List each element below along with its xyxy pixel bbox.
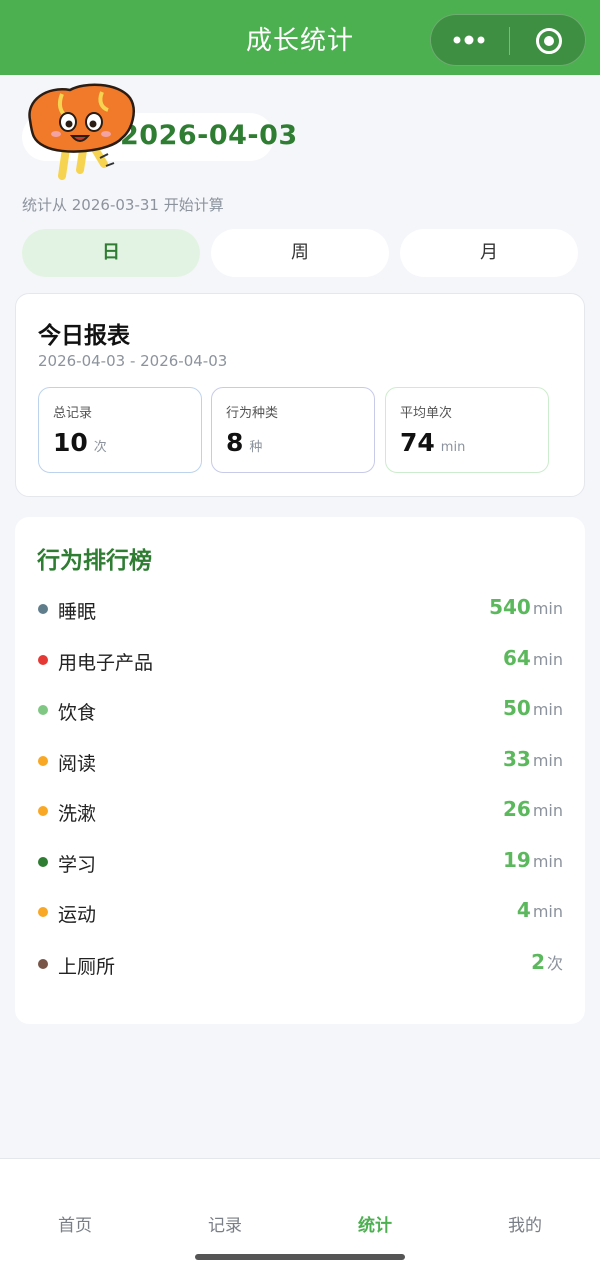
ranking-title: 行为排行榜 xyxy=(37,548,152,574)
behavior-value: 540 min xyxy=(489,595,563,619)
home-indicator xyxy=(195,1254,405,1260)
report-title: 今日报表 xyxy=(38,323,130,349)
behavior-ranking-card: 行为排行榜 睡眠 540 min 用电子产品 64 min 饮食 50 min 阅读 … xyxy=(15,517,585,1024)
color-dot xyxy=(38,857,48,867)
color-dot xyxy=(38,705,48,715)
list-item[interactable]: 用电子产品 64 min xyxy=(15,640,585,680)
behavior-name: 阅读 xyxy=(58,753,97,775)
behavior-value: 64 min xyxy=(502,646,563,670)
behavior-value: 26 min xyxy=(502,797,563,821)
close-mini-program-icon[interactable] xyxy=(535,27,563,55)
stat-unit: min xyxy=(440,440,466,455)
bottom-tab-bar: 首页 记录 统计 我的 xyxy=(0,1158,600,1269)
behavior-name: 洗漱 xyxy=(58,803,97,825)
behavior-name: 上厕所 xyxy=(58,956,116,978)
report-date-range: 2026-04-03 - 2026-04-03 xyxy=(38,352,228,370)
tab-mine[interactable]: 我的 xyxy=(450,1211,600,1236)
tab-statistics[interactable]: 统计 xyxy=(300,1211,450,1236)
behavior-name: 用电子产品 xyxy=(58,652,154,674)
color-dot xyxy=(38,604,48,614)
more-icon[interactable] xyxy=(451,30,491,50)
behavior-name: 睡眠 xyxy=(58,601,97,623)
mascot-sticker-icon xyxy=(28,83,135,180)
behavior-value: 50 min xyxy=(502,696,563,720)
stat-value: 74 min xyxy=(400,428,466,457)
list-item[interactable]: 洗漱 26 min xyxy=(15,791,585,831)
tab-day[interactable]: 日 xyxy=(22,229,200,277)
tab-home[interactable]: 首页 xyxy=(0,1211,150,1236)
color-dot xyxy=(38,806,48,816)
stat-value: 10 次 xyxy=(53,428,107,457)
list-item[interactable]: 阅读 33 min xyxy=(15,741,585,781)
stat-label: 总记录 xyxy=(53,406,93,421)
stat-unit: 种 xyxy=(249,440,263,455)
behavior-name: 学习 xyxy=(58,854,97,876)
tab-records[interactable]: 记录 xyxy=(150,1211,300,1236)
list-item[interactable]: 饮食 50 min xyxy=(15,690,585,730)
stat-total-records: 总记录 10 次 xyxy=(38,387,202,473)
mini-program-capsule xyxy=(430,14,586,66)
stat-label: 行为种类 xyxy=(226,406,279,421)
nav-bar: 成长统计 xyxy=(0,0,600,75)
color-dot xyxy=(38,959,48,969)
behavior-value: 33 min xyxy=(502,747,563,771)
color-dot xyxy=(38,655,48,665)
stat-label: 平均单次 xyxy=(400,406,453,421)
list-item[interactable]: 运动 4 min xyxy=(15,892,585,932)
behavior-value: 2次 xyxy=(531,950,563,974)
behavior-value: 4 min xyxy=(516,898,563,922)
stat-value: 8种 xyxy=(226,428,263,457)
list-item[interactable]: 上厕所 2次 xyxy=(15,944,585,984)
color-dot xyxy=(38,756,48,766)
behavior-name: 饮食 xyxy=(58,702,97,724)
behavior-name: 运动 xyxy=(58,904,97,926)
capsule-divider xyxy=(509,27,510,55)
stats-start-note: 统计从 2026-03-31 开始计算 xyxy=(22,196,224,214)
tab-week[interactable]: 周 xyxy=(211,229,389,277)
color-dot xyxy=(38,907,48,917)
stat-behavior-types: 行为种类 8种 xyxy=(211,387,375,473)
current-date[interactable]: 2026-04-03 xyxy=(120,120,298,151)
list-item[interactable]: 学习 19 min xyxy=(15,842,585,882)
tab-month[interactable]: 月 xyxy=(400,229,578,277)
behavior-value: 19 min xyxy=(502,848,563,872)
stat-average-duration: 平均单次 74 min xyxy=(385,387,549,473)
list-item[interactable]: 睡眠 540 min xyxy=(15,589,585,629)
daily-report-card: 今日报表 2026-04-03 - 2026-04-03 总记录 10 次 行为种… xyxy=(15,293,585,497)
stat-unit: 次 xyxy=(93,440,107,455)
